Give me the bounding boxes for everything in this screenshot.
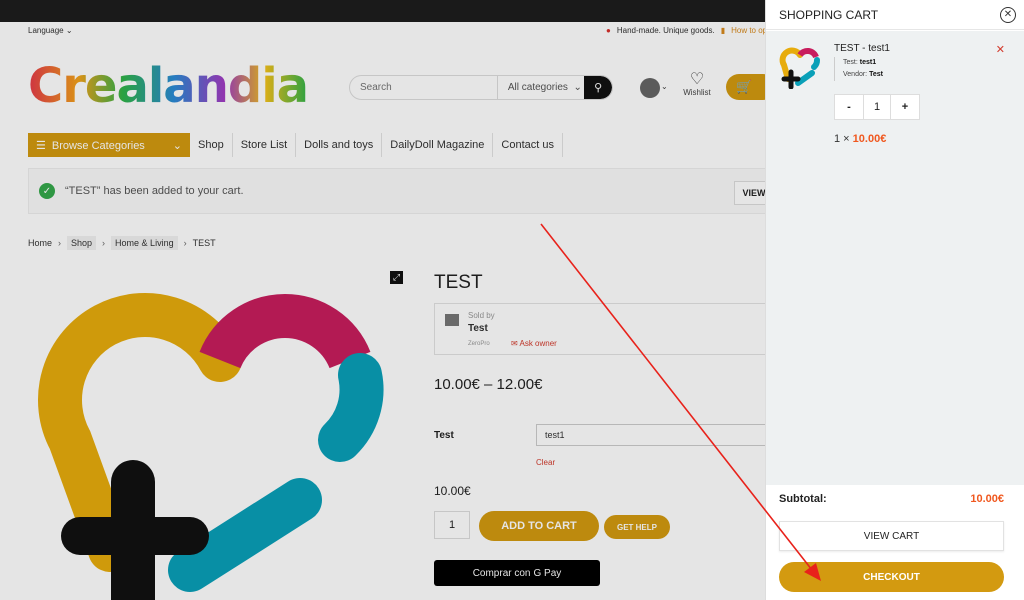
- quantity-stepper: - 1 +: [834, 94, 920, 120]
- line-quantity: 1 ×: [834, 133, 850, 145]
- remove-item-icon[interactable]: ✕: [996, 43, 1005, 56]
- cart-title: SHOPPING CART: [779, 8, 879, 22]
- line-price: 10.00€: [852, 133, 887, 145]
- subtotal-value: 10.00€: [970, 493, 1004, 505]
- meta-vendor-label: Vendor:: [843, 71, 868, 78]
- close-icon[interactable]: ✕: [1000, 7, 1016, 23]
- subtotal-label: Subtotal:: [779, 493, 827, 505]
- cart-drawer-header: SHOPPING CART ✕: [766, 0, 1024, 30]
- view-cart-button[interactable]: VIEW CART: [779, 521, 1004, 551]
- meta-test-label: Test:: [843, 59, 858, 66]
- cart-item: TEST - test1 Test: test1 Vendor: Test ✕ …: [766, 31, 1024, 485]
- meta-vendor-value: Test: [869, 71, 883, 78]
- cart-subtotal: Subtotal: 10.00€: [779, 493, 1004, 505]
- page-overlay[interactable]: [0, 0, 765, 600]
- item-thumbnail[interactable]: [778, 45, 822, 89]
- checkout-button[interactable]: CHECKOUT: [779, 562, 1004, 592]
- quantity-value[interactable]: 1: [863, 95, 891, 119]
- quantity-minus-button[interactable]: -: [835, 95, 863, 119]
- cart-item-meta: Test: test1 Vendor: Test: [834, 57, 883, 81]
- cart-item-name[interactable]: TEST - test1: [834, 43, 890, 54]
- cart-drawer: SHOPPING CART ✕ TEST - test1 Test: test1…: [765, 0, 1024, 600]
- meta-test-value: test1: [859, 59, 877, 66]
- quantity-plus-button[interactable]: +: [891, 95, 919, 119]
- cart-item-line-total: 1 × 10.00€: [834, 133, 886, 145]
